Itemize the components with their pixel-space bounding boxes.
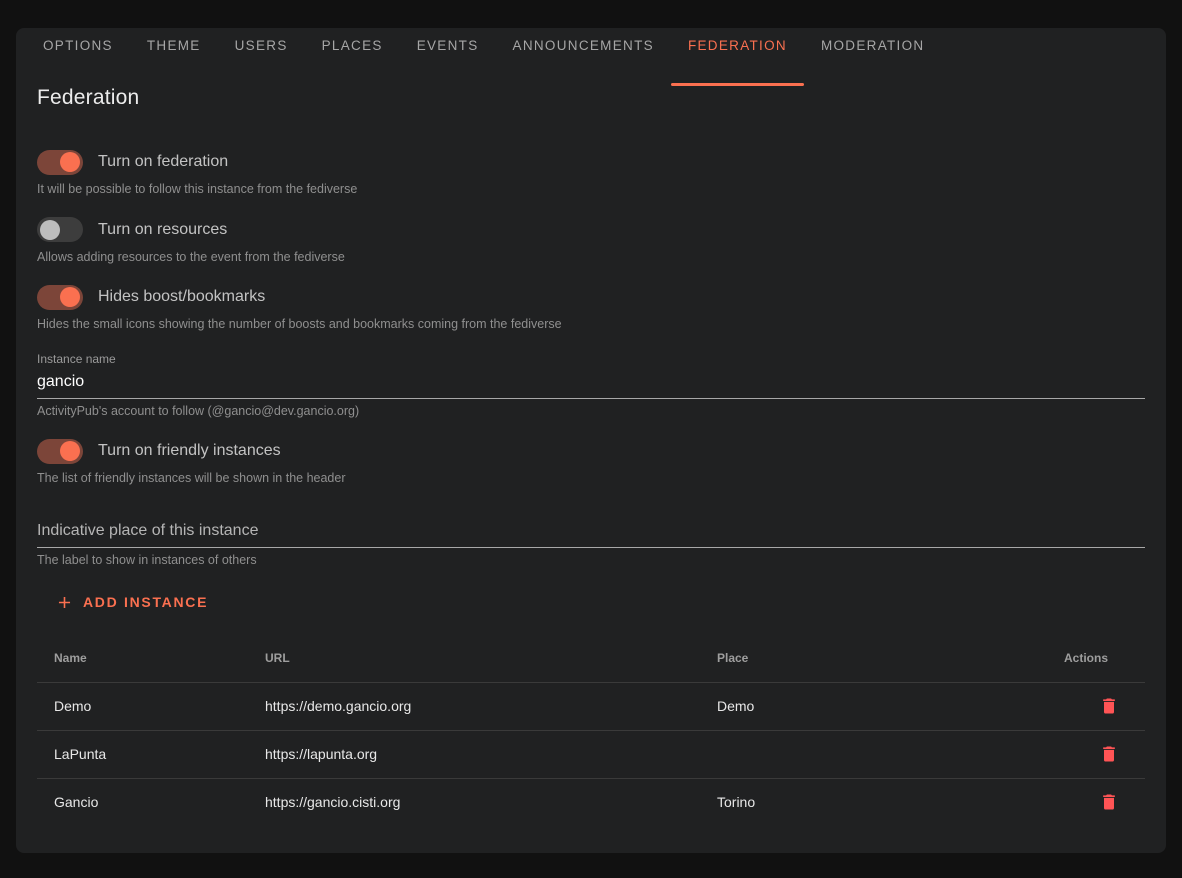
instance-place-cell: Demo xyxy=(717,682,1047,730)
plus-icon xyxy=(55,593,74,612)
toggle-label: Turn on friendly instances xyxy=(98,442,281,460)
instance-place-cell xyxy=(717,730,1047,778)
tab-users[interactable]: USERS xyxy=(218,28,305,62)
instance-url-cell: https://demo.gancio.org xyxy=(265,682,717,730)
boost-bookmarks-toggle-section: Hides boost/bookmarks Hides the small ic… xyxy=(37,284,1145,331)
table-row: Demo https://demo.gancio.org Demo xyxy=(37,682,1145,730)
column-header-place: Place xyxy=(717,635,1047,682)
toggle-label: Hides boost/bookmarks xyxy=(98,288,265,306)
toggle-hint: The list of friendly instances will be s… xyxy=(37,472,1145,485)
toggle-knob xyxy=(40,220,60,240)
instance-name-label: Instance name xyxy=(37,353,1145,365)
table-header-row: Name URL Place Actions xyxy=(37,635,1145,682)
column-header-name: Name xyxy=(37,635,265,682)
table-row: LaPunta https://lapunta.org xyxy=(37,730,1145,778)
instance-url-cell: https://lapunta.org xyxy=(265,730,717,778)
instance-name-cell: Gancio xyxy=(37,778,265,826)
table-row: Gancio https://gancio.cisti.org Torino xyxy=(37,778,1145,826)
resources-toggle-section: Turn on resources Allows adding resource… xyxy=(37,217,1145,264)
instance-name-input[interactable]: gancio xyxy=(37,365,1145,399)
delete-instance-button[interactable] xyxy=(1099,696,1119,716)
instance-name-cell: Demo xyxy=(37,682,265,730)
column-header-actions: Actions xyxy=(1047,635,1145,682)
admin-tabs: OPTIONS THEME USERS PLACES EVENTS ANNOUN… xyxy=(16,28,1166,62)
delete-instance-button[interactable] xyxy=(1099,744,1119,764)
trash-icon xyxy=(1099,744,1119,764)
toggle-label: Turn on resources xyxy=(98,221,227,239)
tab-theme[interactable]: THEME xyxy=(130,28,218,62)
tab-events[interactable]: EVENTS xyxy=(400,28,496,62)
instance-place-input[interactable]: Indicative place of this instance xyxy=(37,521,1145,548)
instance-url-cell: https://gancio.cisti.org xyxy=(265,778,717,826)
toggle-knob xyxy=(60,152,80,172)
tab-federation[interactable]: FEDERATION xyxy=(671,28,804,62)
toggle-label: Turn on federation xyxy=(98,153,228,171)
delete-instance-button[interactable] xyxy=(1099,792,1119,812)
trash-icon xyxy=(1099,792,1119,812)
toggle-hint: Hides the small icons showing the number… xyxy=(37,318,1145,331)
column-header-url: URL xyxy=(265,635,717,682)
resources-toggle[interactable] xyxy=(37,217,83,242)
toggle-hint: It will be possible to follow this insta… xyxy=(37,183,1145,196)
tab-announcements[interactable]: ANNOUNCEMENTS xyxy=(496,28,671,62)
instance-place-cell: Torino xyxy=(717,778,1047,826)
federation-settings: Federation Turn on federation It will be… xyxy=(16,86,1166,826)
add-instance-button[interactable]: ADD INSTANCE xyxy=(47,584,216,620)
boost-bookmarks-toggle[interactable] xyxy=(37,285,83,310)
instance-name-field: Instance name gancio ActivityPub's accou… xyxy=(37,353,1145,418)
instance-place-hint: The label to show in instances of others xyxy=(37,554,1145,567)
toggle-knob xyxy=(60,441,80,461)
instance-name-cell: LaPunta xyxy=(37,730,265,778)
tab-options[interactable]: OPTIONS xyxy=(26,28,130,62)
page-title: Federation xyxy=(37,86,1145,110)
friendly-instances-toggle[interactable] xyxy=(37,439,83,464)
tab-moderation[interactable]: MODERATION xyxy=(804,28,942,62)
instance-place-field: Indicative place of this instance The la… xyxy=(37,521,1145,567)
admin-federation-panel: OPTIONS THEME USERS PLACES EVENTS ANNOUN… xyxy=(16,28,1166,853)
federation-toggle[interactable] xyxy=(37,150,83,175)
toggle-knob xyxy=(60,287,80,307)
friendly-instances-toggle-section: Turn on friendly instances The list of f… xyxy=(37,438,1145,485)
trusted-instances-table: Name URL Place Actions Demo https://demo… xyxy=(37,635,1145,826)
instance-name-hint: ActivityPub's account to follow (@gancio… xyxy=(37,405,1145,418)
federation-toggle-section: Turn on federation It will be possible t… xyxy=(37,149,1145,196)
toggle-hint: Allows adding resources to the event fro… xyxy=(37,251,1145,264)
tab-places[interactable]: PLACES xyxy=(305,28,400,62)
add-instance-label: ADD INSTANCE xyxy=(83,594,208,610)
trash-icon xyxy=(1099,696,1119,716)
